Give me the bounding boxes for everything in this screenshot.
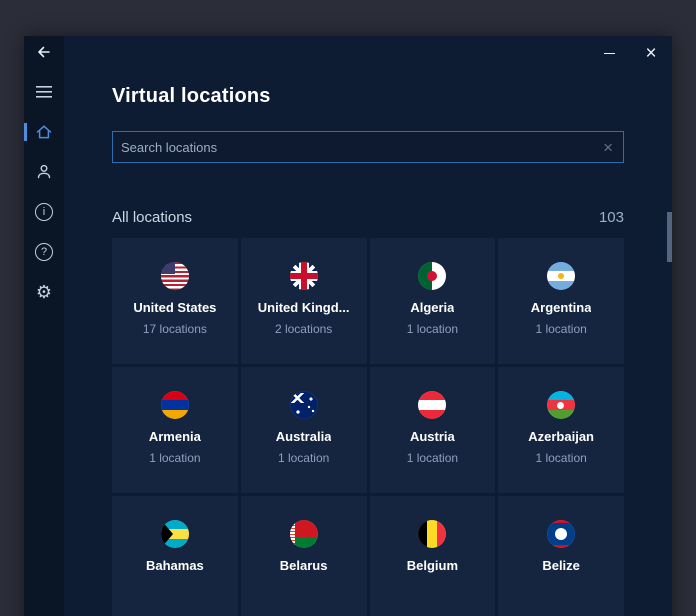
location-card[interactable]: United Kingd... 2 locations xyxy=(240,238,367,364)
main-content: Virtual locations × All locations 103 Un… xyxy=(64,36,672,616)
sidebar-item-account[interactable] xyxy=(32,160,56,184)
location-name: Belgium xyxy=(406,558,459,573)
screen: × i ? ⚙ Virtual locations Search locatio… xyxy=(0,0,696,616)
location-name: Armenia xyxy=(148,429,201,444)
close-icon: × xyxy=(645,42,657,64)
sidebar-item-settings[interactable]: ⚙ xyxy=(32,280,56,304)
info-glyph: i xyxy=(42,205,46,218)
location-count: 1 location xyxy=(277,451,330,465)
help-icon: ? xyxy=(35,243,53,261)
location-card[interactable]: Belgium xyxy=(369,496,496,616)
location-flag xyxy=(289,262,318,290)
location-name: Belarus xyxy=(279,558,328,573)
settings-icon: ⚙ xyxy=(35,282,53,302)
location-count: 1 location xyxy=(535,451,587,465)
close-button[interactable]: × xyxy=(630,38,672,68)
location-name: Austria xyxy=(409,429,455,444)
location-card[interactable]: Belarus xyxy=(240,496,367,616)
location-name: Bahamas xyxy=(145,558,204,573)
scrollbar xyxy=(667,36,672,616)
page-title: Virtual locations xyxy=(112,85,271,107)
location-name: Algeria xyxy=(410,300,455,315)
location-flag xyxy=(160,262,189,290)
location-name: United States xyxy=(133,300,217,315)
sidebar-item-info[interactable]: i xyxy=(32,200,56,224)
location-card[interactable]: United States 17 locations xyxy=(112,238,238,364)
location-name: Azerbaijan xyxy=(528,429,594,444)
location-count: 1 location xyxy=(149,451,201,465)
location-card[interactable]: Armenia 1 location xyxy=(112,367,238,493)
location-card[interactable]: Algeria 1 location xyxy=(369,238,496,364)
location-name: Australia xyxy=(275,429,332,444)
account-icon xyxy=(37,164,51,179)
titlebar: × xyxy=(588,38,672,68)
location-flag xyxy=(547,520,576,548)
menu-icon xyxy=(36,86,52,98)
sidebar-item-home[interactable] xyxy=(24,120,56,144)
sidebar-item-menu[interactable] xyxy=(32,80,56,104)
location-flag xyxy=(289,391,318,419)
clear-icon: × xyxy=(603,137,613,157)
location-flag xyxy=(160,520,189,548)
location-count: 1 location xyxy=(406,451,459,465)
location-flag xyxy=(160,391,189,419)
scrollbar-thumb[interactable] xyxy=(667,212,672,262)
app-window: × i ? ⚙ Virtual locations Search locatio… xyxy=(24,36,672,616)
back-arrow-icon xyxy=(38,46,50,58)
location-flag xyxy=(418,391,447,419)
location-count: 2 locations xyxy=(274,322,333,336)
locations-grid: United States 17 locations United Kingd.… xyxy=(112,238,624,616)
list-header-label: All locations xyxy=(112,209,193,226)
list-header: All locations 103 xyxy=(112,209,624,226)
location-card[interactable]: Austria 1 location xyxy=(369,367,496,493)
location-flag xyxy=(418,262,447,290)
location-count: 1 location xyxy=(406,322,459,336)
sidebar-item-help[interactable]: ? xyxy=(32,240,56,264)
location-card[interactable]: Belize xyxy=(498,496,624,616)
locations-count: 103 xyxy=(598,209,624,226)
location-flag xyxy=(289,520,318,548)
location-card[interactable]: Bahamas xyxy=(112,496,238,616)
location-count: 1 location xyxy=(535,322,587,336)
location-name: Argentina xyxy=(530,300,592,315)
location-card[interactable]: Australia 1 location xyxy=(240,367,367,493)
home-icon xyxy=(36,125,52,139)
search-box: × xyxy=(112,131,624,163)
sidebar: i ? ⚙ xyxy=(24,36,64,616)
back-button[interactable] xyxy=(32,40,56,64)
location-name: Belize xyxy=(542,558,580,573)
location-flag xyxy=(547,262,576,290)
location-card[interactable]: Argentina 1 location xyxy=(498,238,624,364)
location-card[interactable]: Azerbaijan 1 location xyxy=(498,367,624,493)
minimize-button[interactable] xyxy=(588,38,630,68)
location-name: United Kingd... xyxy=(257,300,350,315)
minimize-icon xyxy=(603,52,615,54)
location-flag xyxy=(418,520,447,548)
clear-search-button[interactable]: × xyxy=(601,139,615,156)
search-input[interactable] xyxy=(121,139,602,155)
location-flag xyxy=(547,391,576,419)
info-icon: i xyxy=(35,203,53,221)
location-count: 17 locations xyxy=(142,322,207,336)
help-glyph: ? xyxy=(40,245,48,258)
